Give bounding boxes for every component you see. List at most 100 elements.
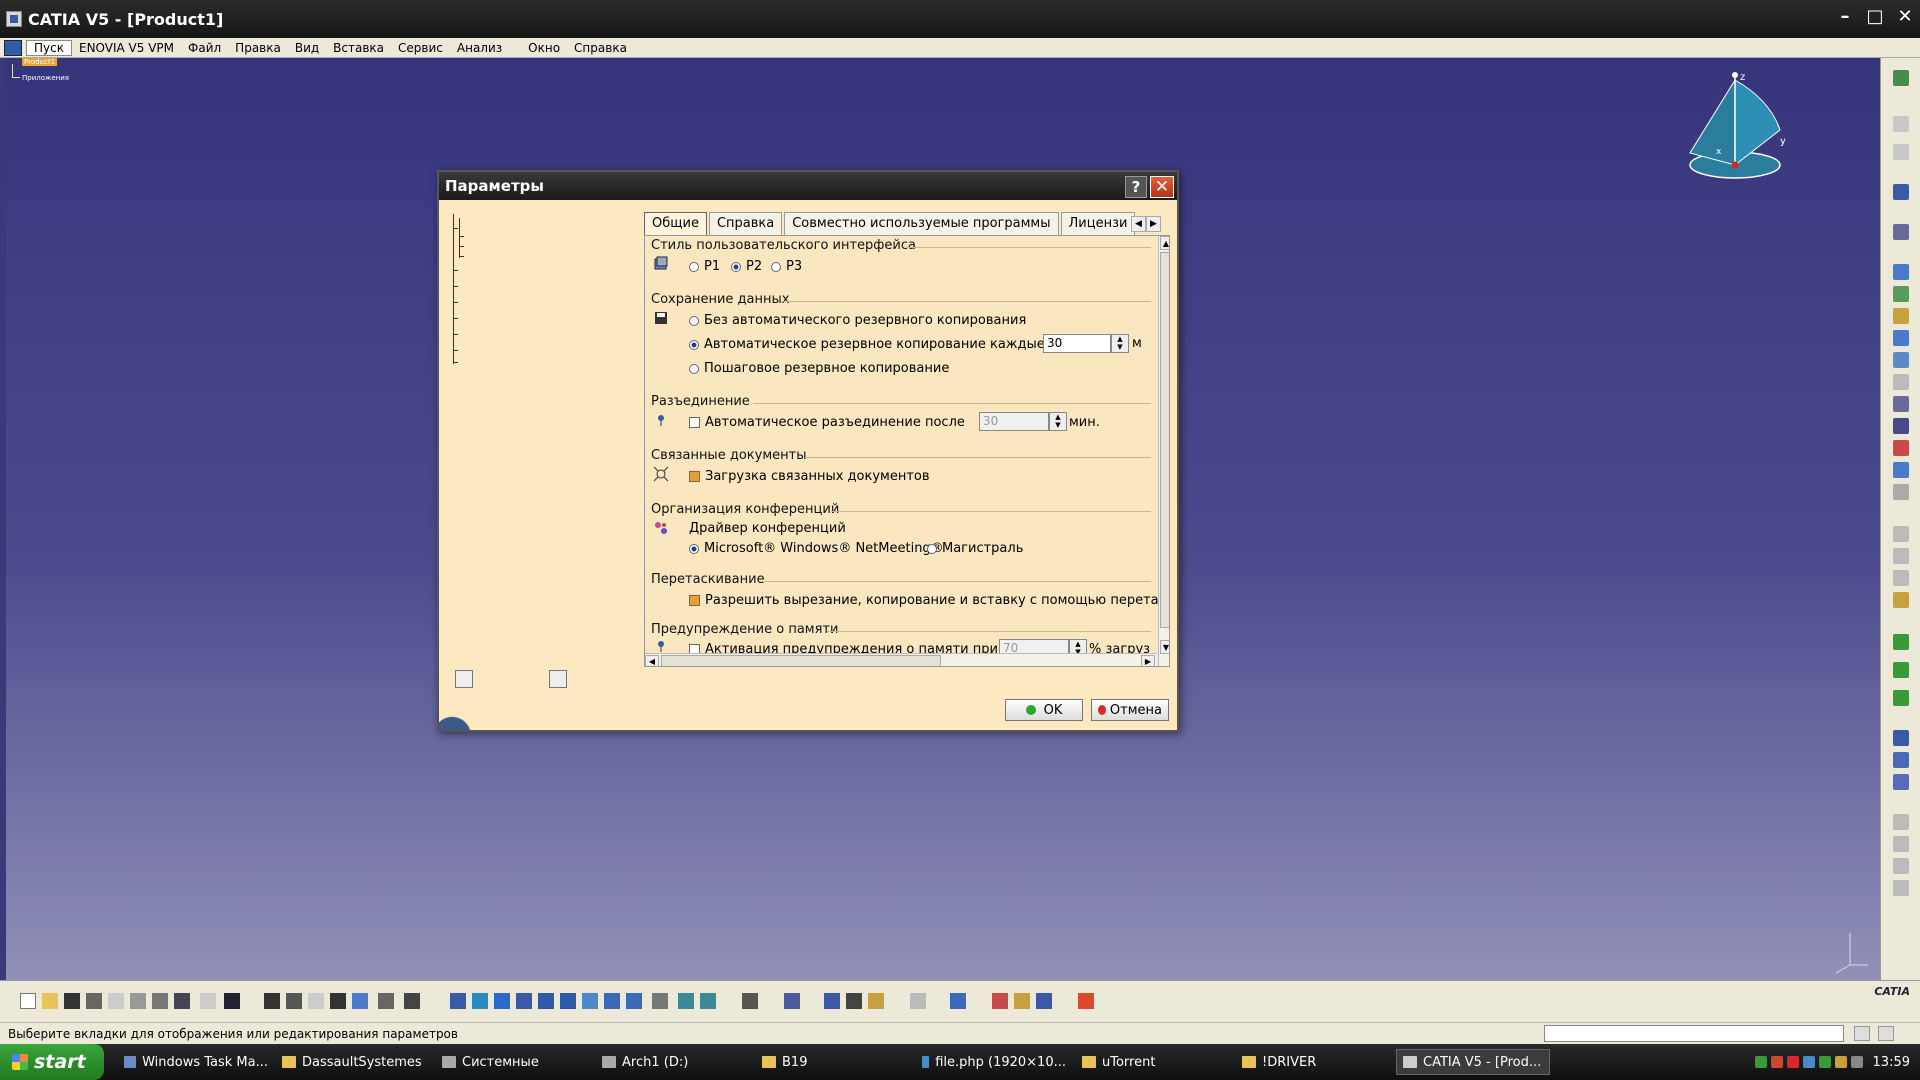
tab-general[interactable]: Общие	[644, 212, 707, 236]
toolbar-icon[interactable]	[1893, 634, 1909, 650]
maximize-button[interactable]: □	[1866, 8, 1884, 26]
toolbar-icon[interactable]	[1893, 374, 1909, 390]
volume-icon[interactable]	[1850, 1056, 1863, 1068]
cut-icon[interactable]	[108, 993, 124, 1009]
paste-icon[interactable]	[152, 993, 168, 1009]
toolbar-icon[interactable]	[1893, 116, 1909, 132]
radio-button[interactable]	[689, 315, 699, 326]
close-window-button[interactable]: ✕	[1896, 8, 1914, 26]
toolbar-icon[interactable]	[1893, 224, 1909, 240]
toolbar-icon[interactable]	[1893, 548, 1909, 564]
radio-button[interactable]	[731, 261, 741, 272]
tray-icon[interactable]	[1802, 1056, 1815, 1068]
redo-icon[interactable]	[200, 993, 216, 1009]
ok-button[interactable]: OK	[1005, 699, 1083, 721]
open-folder-icon[interactable]	[42, 993, 58, 1009]
tray-icon[interactable]	[1818, 1056, 1831, 1068]
radio-incremental-backup[interactable]: Пошаговое резервное копирование	[689, 361, 949, 376]
disconnect-minutes-input[interactable]: 30	[979, 412, 1049, 431]
copy-icon[interactable]	[130, 993, 146, 1009]
scroll-up-button[interactable]: ▲	[1160, 236, 1169, 250]
scroll-left-button[interactable]: ◀	[645, 655, 659, 666]
toolbar-icon[interactable]	[1893, 774, 1909, 790]
tab-scroll-right-button[interactable]: ▶	[1146, 216, 1161, 232]
toolbar-icon[interactable]	[1893, 264, 1909, 280]
toolbar-icon[interactable]	[1893, 144, 1909, 160]
menu-edit[interactable]: Правка	[228, 41, 288, 55]
toolbar-icon[interactable]	[846, 993, 862, 1009]
taskbar-item[interactable]: Системные	[436, 1049, 586, 1075]
toolbar-icon[interactable]	[308, 993, 324, 1009]
fly-mode-icon[interactable]	[450, 993, 466, 1009]
toolbar-icon[interactable]	[1893, 330, 1909, 346]
scroll-right-button[interactable]: ▶	[1141, 655, 1155, 666]
taskbar-item[interactable]: !DRIVER	[1236, 1049, 1386, 1075]
toolbar-icon[interactable]	[352, 993, 368, 1009]
print-icon[interactable]	[86, 993, 102, 1009]
minimize-button[interactable]: –	[1836, 8, 1854, 26]
toolbar-icon[interactable]	[1893, 484, 1909, 500]
expand-tree-icon[interactable]	[455, 670, 473, 688]
command-input[interactable]	[1544, 1025, 1844, 1042]
autosave-interval-spinner[interactable]: ▲ ▼	[1111, 334, 1129, 353]
toolbar-icon[interactable]	[950, 993, 966, 1009]
toolbar-icon[interactable]	[1893, 690, 1909, 706]
taskbar-item[interactable]: Arch1 (D:)	[596, 1049, 746, 1075]
taskbar-item[interactable]: DassaultSystemes	[276, 1049, 426, 1075]
toolbar-icon[interactable]	[1893, 570, 1909, 586]
radio-magistral[interactable]: Магистраль	[927, 541, 1023, 556]
horizontal-scrollbar[interactable]: ◀ ▶	[645, 653, 1157, 666]
save-icon[interactable]	[64, 993, 80, 1009]
scroll-thumb[interactable]	[1160, 252, 1169, 628]
table-icon[interactable]	[330, 993, 346, 1009]
options-tree-pane[interactable]	[445, 206, 637, 688]
radio-button[interactable]	[689, 543, 699, 554]
dialog-titlebar[interactable]: Параметры ? ✕	[439, 172, 1177, 200]
menu-start[interactable]: Пуск	[26, 39, 72, 56]
toolbar-icon[interactable]	[678, 993, 694, 1009]
vertical-scrollbar[interactable]: ▲ ▼	[1158, 236, 1169, 666]
rotate-icon[interactable]	[516, 993, 532, 1009]
radio-button[interactable]	[689, 261, 699, 272]
menu-tools[interactable]: Сервис	[391, 41, 450, 55]
toolbar-icon[interactable]	[378, 993, 394, 1009]
toolbar-icon[interactable]	[1893, 752, 1909, 768]
toolbar-icon[interactable]	[1014, 993, 1030, 1009]
tree-root-product[interactable]: Product1	[22, 58, 58, 66]
toolbar-icon[interactable]	[1893, 462, 1909, 478]
radio-button[interactable]	[771, 261, 781, 272]
drag-drop-checkbox[interactable]: Разрешить вырезание, копирование и встав…	[689, 593, 1166, 608]
radio-autosave-every[interactable]: Автоматическое резервное копирование каж…	[689, 337, 1045, 352]
toolbar-icon[interactable]	[404, 993, 420, 1009]
menu-help[interactable]: Справка	[567, 41, 634, 55]
menu-view[interactable]: Вид	[288, 41, 326, 55]
radio-p3[interactable]: P3	[771, 259, 802, 274]
tree-node-applications[interactable]: Приложения	[22, 74, 69, 82]
tab-licensing[interactable]: Лицензи	[1060, 212, 1136, 236]
taskbar-item[interactable]: B19	[756, 1049, 906, 1075]
zoom-out-icon[interactable]	[560, 993, 576, 1009]
scroll-down-button[interactable]: ▼	[1160, 640, 1169, 654]
toolbar-icon[interactable]	[700, 993, 716, 1009]
tray-icon[interactable]	[1834, 1056, 1847, 1068]
radio-no-autosave[interactable]: Без автоматического резервного копирован…	[689, 313, 1026, 328]
toolbar-icon[interactable]	[1893, 526, 1909, 542]
load-linked-docs-checkbox[interactable]: Загрузка связанных документов	[689, 469, 930, 484]
toolbar-icon[interactable]	[1893, 836, 1909, 852]
toolbar-icon[interactable]	[824, 993, 840, 1009]
radio-button[interactable]	[927, 543, 937, 554]
toolbar-icon[interactable]	[1893, 592, 1909, 608]
toolbar-icon[interactable]	[1893, 880, 1909, 896]
toolbar-icon[interactable]	[910, 993, 926, 1009]
menu-enovia[interactable]: ENOVIA V5 VPM	[72, 41, 181, 55]
toolbar-icon[interactable]	[1893, 814, 1909, 830]
select-arrow-icon[interactable]	[1893, 184, 1909, 200]
scroll-thumb[interactable]	[661, 655, 941, 666]
autosave-interval-input[interactable]: 30	[1043, 334, 1111, 353]
toolbar-icon[interactable]	[992, 993, 1008, 1009]
menu-insert[interactable]: Вставка	[326, 41, 391, 55]
shading-icon[interactable]	[652, 993, 668, 1009]
status-button[interactable]	[1854, 1026, 1870, 1041]
start-button[interactable]: start	[0, 1044, 104, 1080]
undo-icon[interactable]	[174, 993, 190, 1009]
